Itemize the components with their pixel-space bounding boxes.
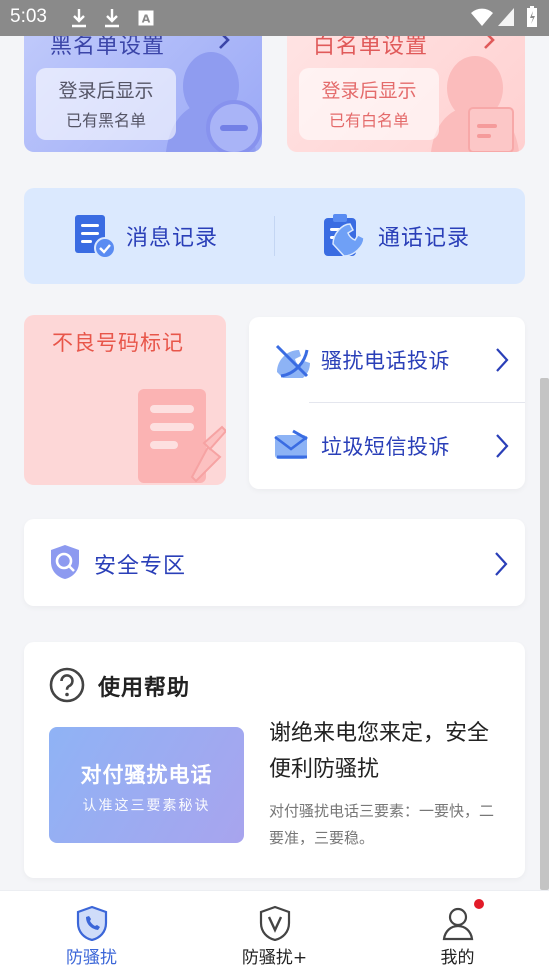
- help-description: 对付骚扰电话三要素：一要快，二要准，三要稳。: [269, 802, 495, 847]
- wifi-icon: [471, 8, 493, 26]
- help-headline[interactable]: 谢绝来电您来定，安全便利防骚扰: [269, 716, 501, 788]
- svg-text:A: A: [142, 13, 151, 26]
- app-notification-icon: A: [138, 10, 154, 26]
- chevron-right-icon: [496, 348, 509, 372]
- banner-title: 对付骚扰电话: [80, 763, 213, 787]
- whitelist-login-pill: 登录后显示 已有白名单: [299, 68, 439, 140]
- chevron-right-icon: [495, 552, 508, 576]
- call-record-button[interactable]: 通话记录: [322, 212, 470, 260]
- blacklist-title: 黑名单设置: [50, 36, 166, 59]
- blacklist-count-text: 已有黑名单: [65, 111, 146, 130]
- spam-sms-complaint-label: 垃圾短信投诉: [321, 435, 450, 459]
- spam-sms-complaint-row[interactable]: 垃圾短信投诉: [249, 403, 525, 489]
- safe-zone-label: 安全专区: [94, 554, 187, 579]
- chevron-right-icon: [496, 434, 509, 458]
- harassment-call-complaint-label: 骚扰电话投诉: [321, 349, 450, 373]
- status-bar: 5:03 A: [0, 0, 549, 36]
- notification-badge: [474, 899, 484, 909]
- message-record-label: 消息记录: [126, 226, 219, 251]
- safe-zone-row[interactable]: 安全专区: [24, 519, 525, 606]
- help-banner[interactable]: 对付骚扰电话 认准这三要素秘诀: [49, 727, 244, 843]
- tab-label: 防骚扰: [66, 948, 117, 968]
- complaints-card: 骚扰电话投诉 垃圾短信投诉: [249, 317, 525, 489]
- scrollbar[interactable]: [540, 378, 549, 890]
- records-divider: [274, 216, 275, 256]
- bottom-tab-bar: 防骚扰 防骚扰+ 我的: [0, 890, 549, 976]
- question-mark-icon: [49, 667, 85, 703]
- shield-search-icon: [51, 545, 79, 579]
- harassment-call-complaint-row[interactable]: 骚扰电话投诉: [249, 317, 525, 403]
- download-icon: [72, 9, 86, 28]
- whitelist-title: 白名单设置: [313, 36, 429, 59]
- tab-anti-harassment-plus[interactable]: 防骚扰+: [183, 891, 366, 976]
- help-card: 使用帮助 对付骚扰电话 认准这三要素秘诀 谢绝来电您来定，安全便利防骚扰 对付骚…: [24, 642, 525, 878]
- status-time: 5:03: [10, 6, 47, 27]
- bad-number-mark-card[interactable]: 不良号码标记: [24, 315, 226, 485]
- shield-phone-icon: [76, 905, 108, 941]
- tab-label: 防骚扰+: [241, 948, 308, 968]
- blacklist-login-text: 登录后显示: [58, 80, 154, 102]
- message-record-icon: [75, 215, 116, 259]
- user-icon: [442, 907, 474, 941]
- whitelist-card[interactable]: 白名单设置 登录后显示 已有白名单: [287, 36, 525, 152]
- shield-v-icon: [259, 905, 291, 941]
- blacklist-card[interactable]: 黑名单设置 登录后显示 已有黑名单: [24, 36, 262, 152]
- download-icon: [105, 9, 119, 28]
- records-card: 消息记录 通话记录: [24, 188, 525, 284]
- call-record-label: 通话记录: [378, 226, 471, 251]
- tab-anti-harassment[interactable]: 防骚扰: [0, 891, 183, 976]
- signal-icon: [498, 8, 514, 26]
- whitelist-login-text: 登录后显示: [321, 80, 417, 102]
- tab-label: 我的: [440, 948, 475, 968]
- banner-subtitle: 认准这三要素秘诀: [82, 798, 211, 814]
- document-pin-icon: [138, 389, 226, 483]
- whitelist-count-text: 已有白名单: [328, 111, 409, 130]
- mail-blocked-icon: [274, 429, 308, 459]
- call-record-icon: [324, 214, 365, 257]
- bad-number-label: 不良号码标记: [52, 331, 184, 355]
- blacklist-login-pill: 登录后显示 已有黑名单: [36, 68, 176, 140]
- message-record-button[interactable]: 消息记录: [74, 212, 218, 260]
- phone-blocked-icon: [275, 344, 310, 378]
- battery-icon: [527, 6, 537, 27]
- help-title: 使用帮助: [98, 676, 191, 701]
- tab-mine[interactable]: 我的: [366, 891, 549, 976]
